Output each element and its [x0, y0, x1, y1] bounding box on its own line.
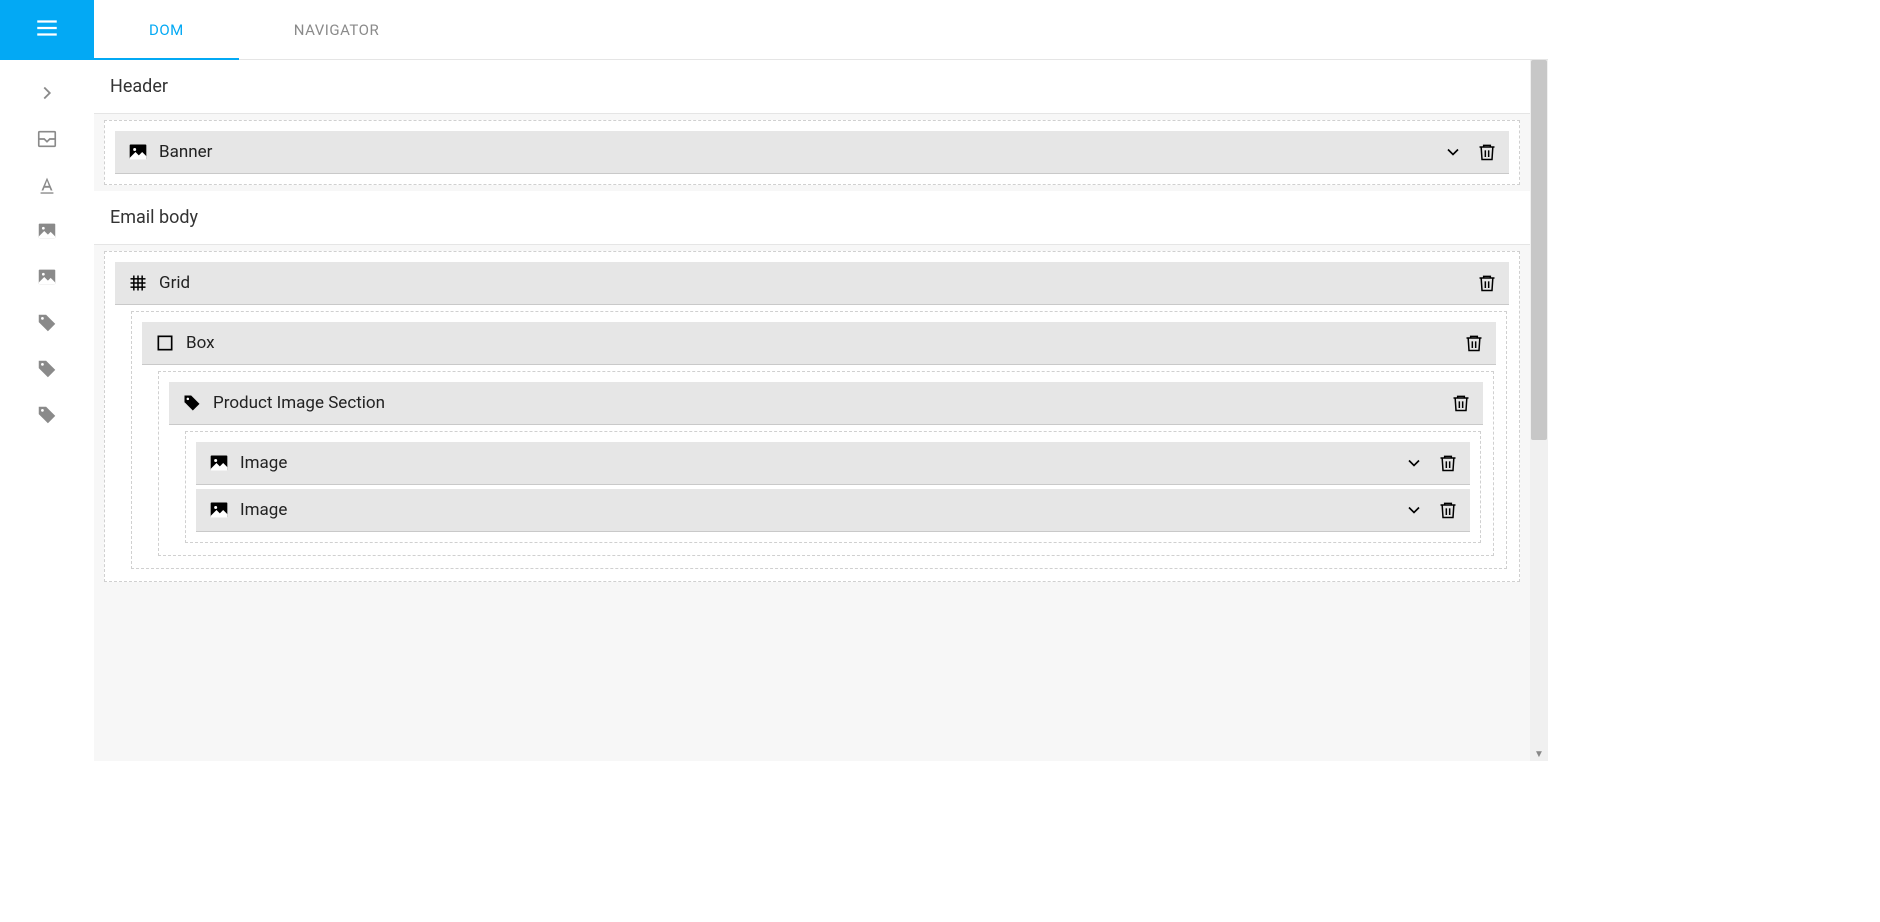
node-box-actions — [1464, 333, 1484, 353]
left-rail — [0, 60, 94, 761]
section-header-title: Header — [94, 60, 1530, 114]
tabs: DOM NAVIGATOR — [94, 0, 1548, 59]
node-image-2[interactable]: Image — [196, 489, 1470, 532]
image-icon — [208, 499, 230, 521]
section-emailbody-title: Email body — [94, 191, 1530, 245]
box-icon — [154, 332, 176, 354]
tab-dom-label: DOM — [149, 21, 184, 39]
node-grid-label: Grid — [159, 273, 1477, 293]
tab-dom[interactable]: DOM — [94, 0, 239, 59]
main: Header Banner — [0, 60, 1548, 761]
hamburger-icon — [34, 15, 60, 45]
header-drop-zone[interactable]: Banner — [104, 120, 1520, 185]
grid-icon — [127, 272, 149, 294]
tag-icon[interactable] — [34, 310, 60, 336]
image-icon[interactable] — [34, 218, 60, 244]
chevron-right-icon[interactable] — [34, 80, 60, 106]
node-grid[interactable]: Grid — [115, 262, 1509, 305]
tab-navigator[interactable]: NAVIGATOR — [239, 0, 434, 59]
scrollbar[interactable]: ▲ ▼ — [1530, 60, 1548, 761]
tag-icon-2[interactable] — [34, 356, 60, 382]
node-grid-actions — [1477, 273, 1497, 293]
node-image-1-label: Image — [240, 453, 1404, 473]
node-pis-actions — [1451, 393, 1471, 413]
box-children[interactable]: Product Image Section — [158, 371, 1494, 556]
node-banner-label: Banner — [159, 142, 1443, 162]
expand-toggle[interactable] — [1443, 142, 1463, 162]
menu-button[interactable] — [0, 0, 94, 60]
node-banner-actions — [1443, 142, 1497, 162]
tag-icon — [181, 392, 203, 414]
node-box-label: Box — [186, 333, 1464, 353]
inbox-icon[interactable] — [34, 126, 60, 152]
node-image-2-label: Image — [240, 500, 1404, 520]
text-format-icon[interactable] — [34, 172, 60, 198]
delete-button[interactable] — [1451, 393, 1471, 413]
node-product-image-section-label: Product Image Section — [213, 393, 1451, 413]
node-image-2-actions — [1404, 500, 1458, 520]
tab-navigator-label: NAVIGATOR — [294, 21, 379, 39]
scroll-down-icon[interactable]: ▼ — [1530, 747, 1548, 761]
expand-toggle[interactable] — [1404, 500, 1424, 520]
tag-icon-3[interactable] — [34, 402, 60, 428]
node-product-image-section[interactable]: Product Image Section — [169, 382, 1483, 425]
expand-toggle[interactable] — [1404, 453, 1424, 473]
grid-children[interactable]: Box Product Image Section — [131, 311, 1507, 569]
image-icon — [208, 452, 230, 474]
pis-children[interactable]: Image — [185, 431, 1481, 543]
node-box[interactable]: Box — [142, 322, 1496, 365]
delete-button[interactable] — [1477, 142, 1497, 162]
delete-button[interactable] — [1438, 500, 1458, 520]
emailbody-drop-zone[interactable]: Grid Box — [104, 251, 1520, 582]
content: Header Banner — [94, 60, 1530, 761]
delete-button[interactable] — [1464, 333, 1484, 353]
node-image-1-actions — [1404, 453, 1458, 473]
content-wrap: Header Banner — [94, 60, 1548, 761]
image-icon-2[interactable] — [34, 264, 60, 290]
delete-button[interactable] — [1477, 273, 1497, 293]
node-banner[interactable]: Banner — [115, 131, 1509, 174]
delete-button[interactable] — [1438, 453, 1458, 473]
scroll-thumb[interactable] — [1531, 60, 1547, 440]
node-image-1[interactable]: Image — [196, 442, 1470, 485]
image-icon — [127, 141, 149, 163]
topbar: DOM NAVIGATOR — [0, 0, 1548, 60]
